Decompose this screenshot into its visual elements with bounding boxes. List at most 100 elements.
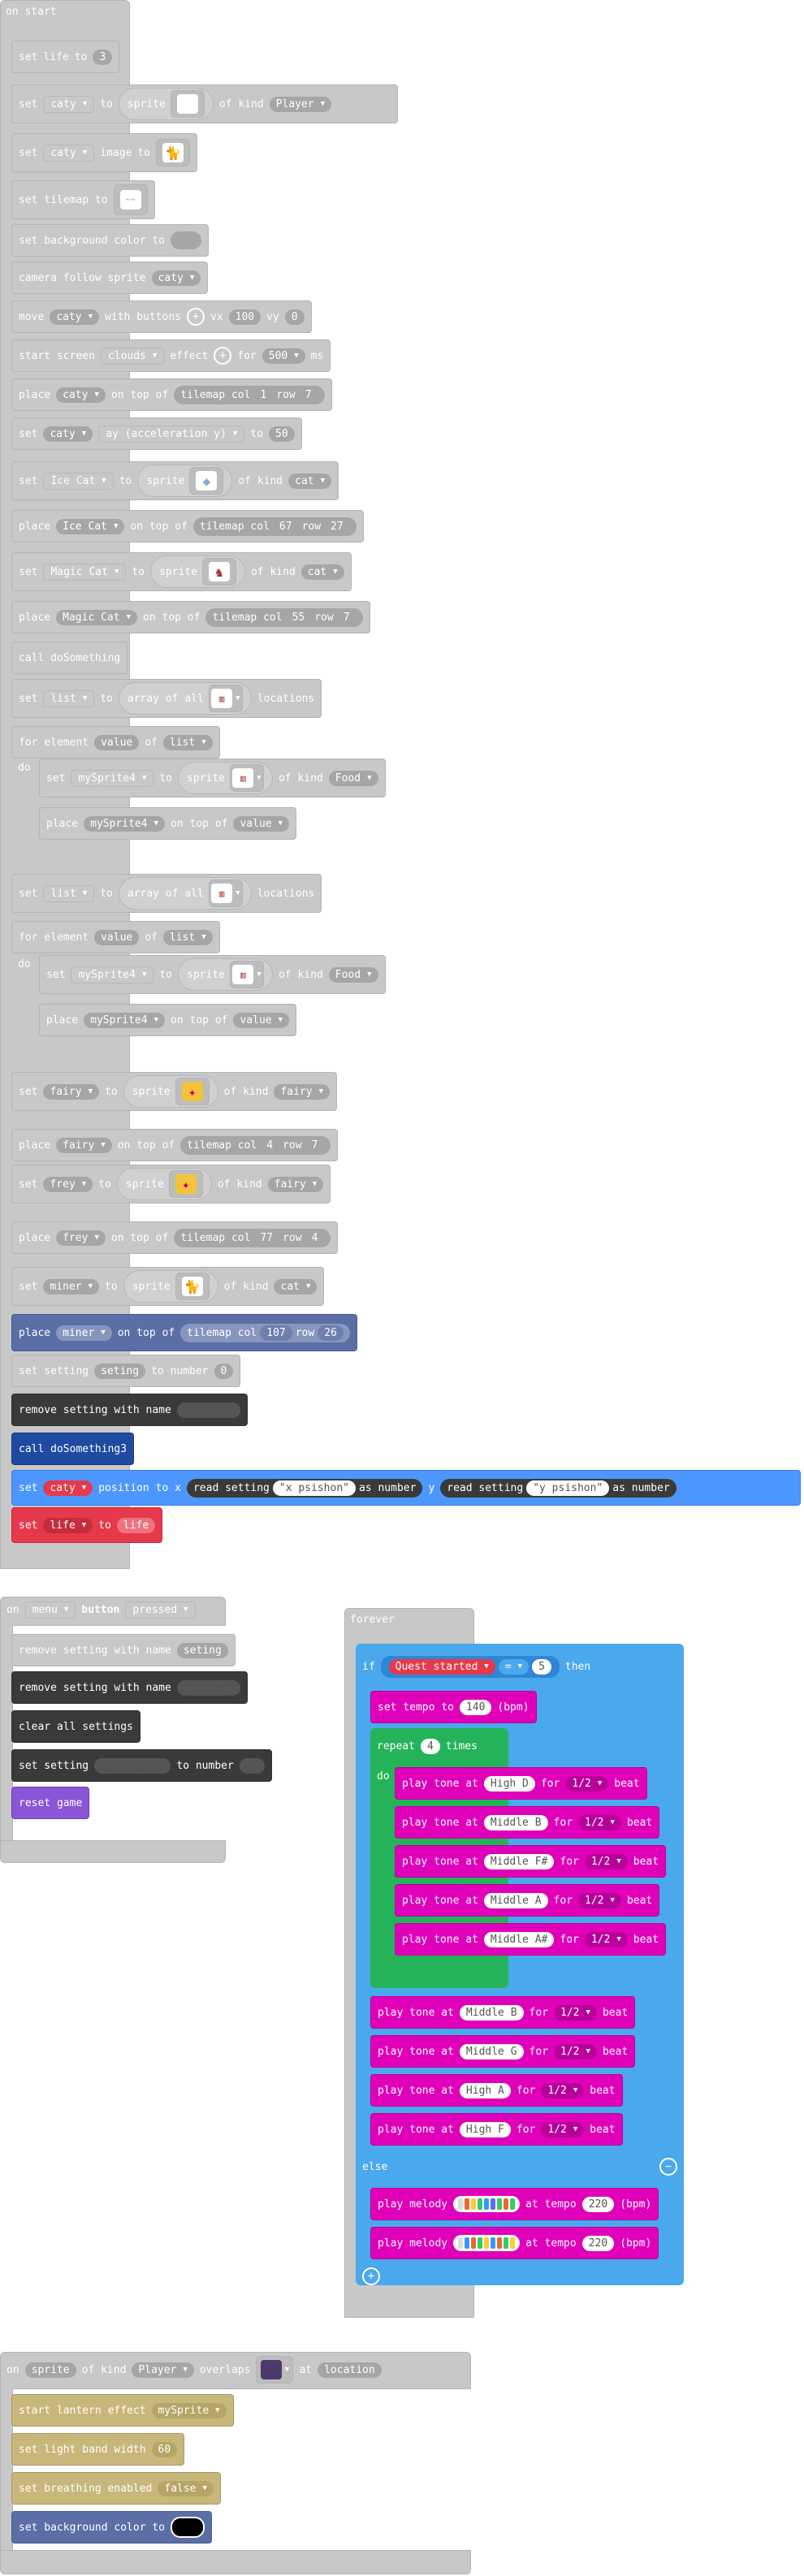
tilemap-picker[interactable]: ~~ bbox=[113, 184, 148, 215]
else-row[interactable]: else − bbox=[356, 2150, 684, 2183]
setting-name[interactable]: "seting" bbox=[176, 1679, 241, 1696]
setting-value[interactable]: 0 bbox=[214, 1363, 234, 1379]
set-mysprite4-block-2[interactable]: set mySprite4 to sprite ▥ of kind Food bbox=[39, 955, 386, 994]
play-tone-block[interactable]: play tone at Middle A# for 1/2 beat bbox=[395, 1923, 667, 1956]
duration-dropdown[interactable]: 1/2 bbox=[554, 2043, 597, 2060]
band-width-value[interactable]: 60 bbox=[151, 2441, 178, 2457]
list-dropdown[interactable]: list bbox=[162, 734, 213, 750]
note-value[interactable]: High D bbox=[483, 1775, 535, 1792]
setting-x[interactable]: "x psishon" bbox=[272, 1480, 356, 1496]
var-dropdown[interactable]: caty bbox=[151, 270, 201, 286]
tile-picker[interactable]: ▥ bbox=[208, 880, 243, 907]
setting-name[interactable]: "seting" bbox=[176, 1402, 241, 1418]
duration-dropdown[interactable]: 1/2 bbox=[541, 2082, 585, 2098]
setting-name[interactable]: "if savde" bbox=[94, 1757, 171, 1774]
light-band-block[interactable]: set light band width 60 bbox=[11, 2433, 185, 2466]
set-setting-block[interactable]: set setting seting to number 0 bbox=[11, 1355, 241, 1387]
note-value[interactable]: Middle B bbox=[459, 2004, 524, 2021]
kind-dropdown[interactable]: Player bbox=[269, 96, 332, 112]
set-tilemap-block[interactable]: set tilemap to ~~ bbox=[11, 180, 155, 219]
remove-setting-block-2[interactable]: remove setting with name "seting" bbox=[11, 1671, 249, 1704]
breathing-dropdown[interactable]: false bbox=[158, 2480, 214, 2496]
note-value[interactable]: Middle F# bbox=[483, 1853, 555, 1869]
row-value[interactable]: 7 bbox=[305, 1137, 325, 1153]
sprite-image[interactable]: ◆ bbox=[189, 467, 224, 495]
var-dropdown[interactable]: list bbox=[43, 689, 95, 707]
duration-dropdown[interactable]: 1/2 bbox=[584, 1853, 628, 1869]
tilemap-reporter[interactable]: tilemap col 77 row 4 bbox=[174, 1228, 331, 1247]
var-dropdown[interactable]: caty bbox=[43, 426, 93, 442]
row-value[interactable]: 27 bbox=[324, 518, 350, 534]
set-tempo-block[interactable]: set tempo to 140 (bpm) bbox=[370, 1691, 537, 1723]
tilemap-reporter[interactable]: tilemap col 107 row 26 bbox=[180, 1323, 350, 1342]
set-life-var-block[interactable]: set life to life bbox=[11, 1507, 163, 1543]
col-value[interactable]: 107 bbox=[260, 1325, 292, 1341]
row-value[interactable]: 26 bbox=[318, 1325, 344, 1341]
kind-dropdown[interactable]: fairy bbox=[274, 1083, 331, 1100]
note-value[interactable]: High A bbox=[459, 2082, 511, 2098]
play-tone-block[interactable]: play tone at High D for 1/2 beat bbox=[395, 1767, 647, 1800]
set-acceleration-block[interactable]: set caty ay (acceleration y) to 50 bbox=[11, 417, 302, 450]
setting-name[interactable]: seting bbox=[176, 1642, 228, 1658]
tilemap-reporter[interactable]: tilemap col 1 row 7 bbox=[174, 385, 325, 404]
set-miner-block[interactable]: set miner to sprite 🐈 of kind cat bbox=[11, 1267, 325, 1306]
sprite-reporter[interactable]: sprite ▥ bbox=[178, 762, 273, 794]
call-do-something-block[interactable]: call doSomething bbox=[11, 642, 128, 674]
col-value[interactable]: 4 bbox=[260, 1137, 280, 1153]
repeat-count[interactable]: 4 bbox=[420, 1738, 440, 1754]
sprite-reporter[interactable]: sprite ✦ bbox=[116, 1168, 212, 1200]
condition[interactable]: Quest started = 5 bbox=[380, 1655, 560, 1678]
sprite-image[interactable]: ▣ bbox=[170, 90, 205, 118]
quest-dropdown[interactable]: Quest started bbox=[388, 1658, 495, 1675]
place-frey-block[interactable]: place frey on top of tilemap col77row4 bbox=[11, 1221, 339, 1254]
var-dropdown[interactable]: miner bbox=[43, 1278, 100, 1294]
add-else-if-icon[interactable]: + bbox=[362, 2267, 380, 2285]
var-dropdown[interactable]: Ice Cat bbox=[56, 518, 125, 534]
tilemap-reporter[interactable]: tilemap col 55 row 7 bbox=[205, 607, 363, 627]
array-reporter[interactable]: array of all ▥ bbox=[118, 682, 252, 715]
row-value[interactable]: 4 bbox=[305, 1230, 325, 1246]
array-reporter[interactable]: array of all ▥ bbox=[118, 877, 252, 910]
read-setting-reporter[interactable]: read setting "x psishon" as number bbox=[186, 1478, 423, 1498]
duration-dropdown[interactable]: 1/2 bbox=[541, 2121, 585, 2137]
kind-dropdown[interactable]: Player bbox=[132, 2362, 194, 2378]
sprite-dropdown[interactable]: mySprite bbox=[151, 2402, 227, 2418]
var-dropdown[interactable]: mySprite4 bbox=[71, 966, 154, 983]
play-tone-block[interactable]: play tone at Middle B for 1/2 beat bbox=[395, 1806, 660, 1839]
col-value[interactable]: 67 bbox=[272, 518, 299, 534]
screen-effect-block[interactable]: start screen clouds effect + for 500 ms bbox=[11, 339, 331, 372]
place-miner-block[interactable]: place miner on top of tilemap col107row2… bbox=[11, 1314, 357, 1351]
operator-dropdown[interactable]: = bbox=[498, 1658, 530, 1675]
var-dropdown[interactable]: Magic Cat bbox=[56, 609, 138, 625]
tile-picker[interactable]: ▥ bbox=[208, 685, 243, 712]
vy-value[interactable]: 0 bbox=[284, 309, 305, 325]
image-picker[interactable]: 🐈 bbox=[156, 139, 191, 166]
col-value[interactable]: 77 bbox=[253, 1230, 280, 1246]
set-ice-cat-block[interactable]: set Ice Cat to sprite ◆ of kind cat bbox=[11, 461, 339, 500]
play-melody-block[interactable]: play melody at tempo 220 (bpm) bbox=[370, 2188, 659, 2220]
set-fairy-block[interactable]: set fairy to sprite ✦ of kind fairy bbox=[11, 1072, 338, 1111]
col-value[interactable]: 1 bbox=[253, 387, 274, 403]
life-value[interactable]: 3 bbox=[93, 49, 113, 65]
var-dropdown[interactable]: Ice Cat bbox=[43, 472, 114, 490]
duration-dropdown[interactable]: 1/2 bbox=[554, 2004, 597, 2021]
play-tone-block[interactable]: play tone at Middle G for 1/2 beat bbox=[370, 2035, 636, 2068]
tempo-value[interactable]: 220 bbox=[581, 2196, 615, 2212]
note-value[interactable]: Middle A# bbox=[483, 1931, 555, 1947]
plus-icon[interactable]: + bbox=[214, 347, 232, 365]
var-dropdown[interactable]: caty bbox=[56, 387, 106, 403]
var-dropdown[interactable]: mySprite4 bbox=[71, 769, 154, 787]
var-dropdown[interactable]: mySprite4 bbox=[84, 815, 166, 832]
play-tone-block[interactable]: play tone at Middle A for 1/2 beat bbox=[395, 1884, 660, 1917]
move-with-buttons-block[interactable]: move caty with buttons + vx 100 vy 0 bbox=[11, 300, 312, 333]
bg-color-block[interactable]: set background color to bbox=[11, 2511, 213, 2544]
menu-button-event[interactable]: on menu button pressed bbox=[0, 1593, 202, 1626]
value-dropdown[interactable]: value bbox=[233, 815, 290, 832]
var-dropdown[interactable]: caty bbox=[50, 309, 100, 325]
sprite-reporter[interactable]: sprite ✦ bbox=[123, 1075, 218, 1108]
sprite-image[interactable]: ✦ bbox=[175, 1078, 210, 1105]
camera-follow-block[interactable]: camera follow sprite caty bbox=[11, 261, 209, 294]
var-dropdown[interactable]: fairy bbox=[56, 1137, 112, 1153]
button-dropdown[interactable]: menu bbox=[24, 1601, 76, 1619]
set-position-block[interactable]: set caty position to x read setting"x ps… bbox=[11, 1470, 801, 1506]
